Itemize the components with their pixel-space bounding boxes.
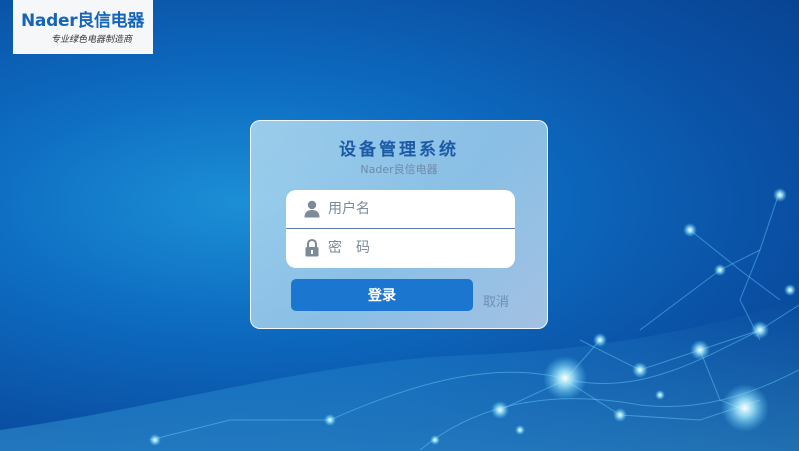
cancel-button[interactable]: 取消 [483,291,509,310]
login-panel: 设备管理系统 Nader良信电器 登录 取消 [250,120,548,329]
login-button[interactable]: 登录 [291,279,473,311]
username-row [286,190,515,229]
logo-tagline: 专业绿色电器制造商 [51,35,133,45]
username-input[interactable] [328,201,498,217]
password-row [286,229,515,267]
logo-brand-name: Nader良信电器 [21,11,145,31]
login-form [286,190,515,268]
brand-logo: Nader良信电器 专业绿色电器制造商 [13,0,153,54]
page-subtitle: Nader良信电器 [360,163,438,176]
password-input[interactable] [328,240,498,256]
lock-icon [305,239,319,257]
user-icon [304,200,320,218]
page-title: 设备管理系统 [339,140,459,160]
